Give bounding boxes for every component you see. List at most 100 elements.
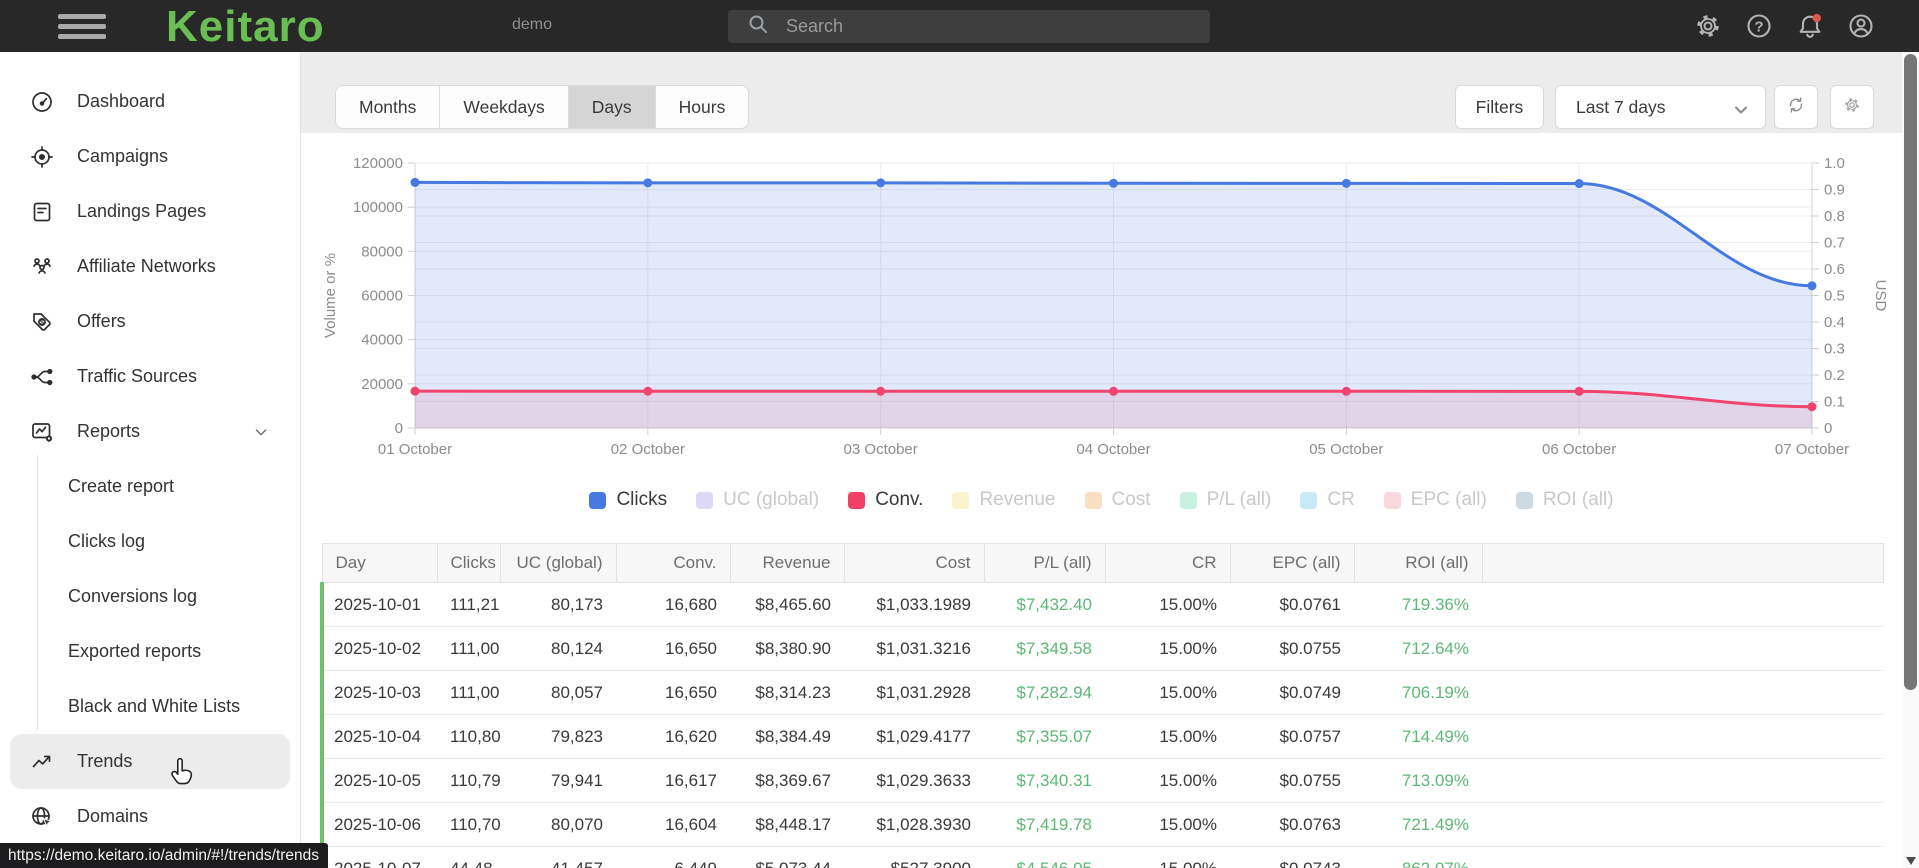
cell-epc-all-: $0.0761 (1230, 582, 1354, 627)
legend-item-conv-[interactable]: Conv. (848, 489, 923, 511)
tab-weekdays[interactable]: Weekdays (440, 86, 569, 128)
cell-p-l-all-: $7,349.58 (984, 626, 1105, 671)
svg-text:40000: 40000 (361, 332, 403, 349)
sidebar-subitem-exported-reports[interactable]: Exported reports (0, 624, 300, 679)
settings-gear-icon[interactable] (1694, 12, 1722, 40)
cell-clicks: 111,21 (437, 582, 500, 627)
table-row[interactable]: 2025-10-04 110,80 79,823 16,620 $8,384.49 $1,… (320, 714, 1883, 759)
sidebar-item-campaigns[interactable]: Campaigns (10, 129, 290, 184)
column-header-uc-global-[interactable]: UC (global) (500, 543, 617, 583)
sidebar-item-dashboard[interactable]: Dashboard (10, 74, 290, 129)
sidebar-item-domains[interactable]: Domains (10, 789, 290, 844)
sidebar-item-trends[interactable]: Trends (10, 734, 290, 789)
help-icon[interactable]: ? (1745, 12, 1773, 40)
column-header-epc-all-[interactable]: EPC (all) (1230, 543, 1355, 583)
cell-clicks: 111,00 (437, 670, 500, 715)
column-header-conv-[interactable]: Conv. (616, 543, 731, 583)
svg-text:0: 0 (395, 420, 403, 437)
scrollbar-thumb[interactable] (1904, 54, 1917, 690)
brand-logo: Keitaro (166, 2, 325, 51)
cell-revenue: $8,465.60 (730, 582, 844, 627)
svg-text:0.4: 0.4 (1824, 314, 1845, 331)
legend-item-cr[interactable]: CR (1300, 489, 1355, 511)
tab-hours[interactable]: Hours (656, 86, 749, 128)
sidebar-subitem-clicks-log[interactable]: Clicks log (0, 514, 300, 569)
cell-revenue: $8,448.17 (730, 802, 844, 847)
cell-revenue: $8,314.23 (730, 670, 844, 715)
sidebar-subitem-conversions-log[interactable]: Conversions log (0, 569, 300, 624)
cell-clicks: 44,48 (437, 846, 500, 868)
scrollbar-corner-icon (1906, 857, 1916, 865)
legend-item-uc-global-[interactable]: UC (global) (696, 489, 819, 511)
cell-clicks: 110,70 (437, 802, 500, 847)
svg-text:20000: 20000 (361, 376, 403, 393)
sidebar-item-label: Campaigns (77, 146, 169, 166)
column-header-p-l-all-[interactable]: P/L (all) (984, 543, 1106, 583)
legend-swatch (1383, 491, 1401, 509)
cell-roi-all-: 719.36% (1354, 582, 1482, 627)
legend-item-revenue[interactable]: Revenue (952, 489, 1056, 511)
svg-text:80000: 80000 (361, 243, 403, 260)
svg-text:60000: 60000 (361, 288, 403, 305)
svg-text:04 October: 04 October (1076, 441, 1150, 458)
notifications-bell-icon[interactable] (1796, 12, 1824, 40)
svg-text:05 October: 05 October (1309, 441, 1383, 458)
global-search[interactable] (728, 10, 1210, 43)
cell-day: 2025-10-05 (320, 758, 437, 803)
table-row[interactable]: 2025-10-03 111,00 80,057 16,650 $8,314.23 $1,… (320, 670, 1883, 715)
cell-cost: $1,028.3930 (844, 802, 984, 847)
svg-text:0.5: 0.5 (1824, 288, 1845, 305)
column-header-revenue[interactable]: Revenue (730, 543, 845, 583)
legend-swatch (1084, 491, 1102, 509)
account-icon[interactable] (1847, 12, 1875, 40)
column-header-clicks[interactable]: Clicks (437, 543, 501, 583)
column-header-day[interactable]: Day (321, 543, 438, 583)
sidebar-item-offers[interactable]: $ Offers (10, 294, 290, 349)
sidebar-subitem-black-and-white-lists[interactable]: Black and White Lists (0, 679, 300, 734)
hamburger-menu-icon[interactable] (58, 14, 106, 39)
sidebar-item-reports[interactable]: Reports (10, 404, 290, 459)
cell-roi-all-: 713.09% (1354, 758, 1482, 803)
table-row[interactable]: 2025-10-02 111,00 80,124 16,650 $8,380.90 $1,… (320, 626, 1883, 671)
sidebar-item-label: Offers (77, 311, 126, 331)
cell-cr: 15.00% (1105, 758, 1230, 803)
filters-button[interactable]: Filters (1455, 85, 1544, 129)
svg-text:?: ? (1754, 18, 1763, 35)
legend-item-clicks[interactable]: Clicks (589, 489, 667, 511)
sidebar-item-landings-pages[interactable]: Landings Pages (10, 184, 290, 239)
sidebar-item-label: Dashboard (77, 91, 166, 111)
date-range-select[interactable]: Last 7 days (1555, 85, 1766, 129)
legend-item-roi-all-[interactable]: ROI (all) (1515, 489, 1614, 511)
legend-item-cost[interactable]: Cost (1084, 489, 1151, 511)
table-row[interactable]: 2025-10-06 110,70 80,070 16,604 $8,448.17 $1,… (320, 802, 1883, 847)
tab-months[interactable]: Months (336, 86, 441, 128)
column-header-cost[interactable]: Cost (844, 543, 985, 583)
table-row[interactable]: 2025-10-07 44,48 41,457 6,449 $5,073.44 $527.… (320, 846, 1883, 868)
cell-day: 2025-10-06 (320, 802, 437, 847)
sidebar-subitem-create-report[interactable]: Create report (0, 459, 300, 514)
svg-text:0.9: 0.9 (1824, 182, 1845, 199)
column-header-cr[interactable]: CR (1105, 543, 1231, 583)
page-scrollbar[interactable] (1902, 52, 1919, 868)
search-input[interactable] (784, 15, 1164, 38)
legend-item-epc-all-[interactable]: EPC (all) (1383, 489, 1487, 511)
sidebar-item-traffic-sources[interactable]: Traffic Sources (10, 349, 290, 404)
trends-icon (30, 750, 54, 774)
trends-line-chart[interactable]: 0 20000 40000 60000 80000 100000 120000 0 0.1 0.2… (301, 133, 1902, 473)
tab-days[interactable]: Days (568, 86, 656, 128)
svg-text:06 October: 06 October (1542, 441, 1616, 458)
refresh-button[interactable] (1774, 85, 1818, 129)
cell-epc-all-: $0.0755 (1230, 758, 1354, 803)
svg-text:01 October: 01 October (378, 441, 452, 458)
cell-cr: 15.00% (1105, 802, 1230, 847)
column-header-roi-all-[interactable]: ROI (all) (1354, 543, 1483, 583)
cell-cost: $1,033.1989 (844, 582, 984, 627)
sidebar-item-affiliate-networks[interactable]: Affiliate Networks (10, 239, 290, 294)
cell-revenue: $8,384.49 (730, 714, 844, 759)
table-row[interactable]: 2025-10-05 110,79 79,941 16,617 $8,369.67 $1,… (320, 758, 1883, 803)
report-settings-button[interactable] (1830, 85, 1874, 129)
table-row[interactable]: 2025-10-01 111,21 80,173 16,680 $8,465.60 $1,… (320, 582, 1883, 627)
svg-text:0.1: 0.1 (1824, 394, 1845, 411)
legend-item-p-l-all-[interactable]: P/L (all) (1179, 489, 1271, 511)
legend-swatch (1515, 491, 1533, 509)
